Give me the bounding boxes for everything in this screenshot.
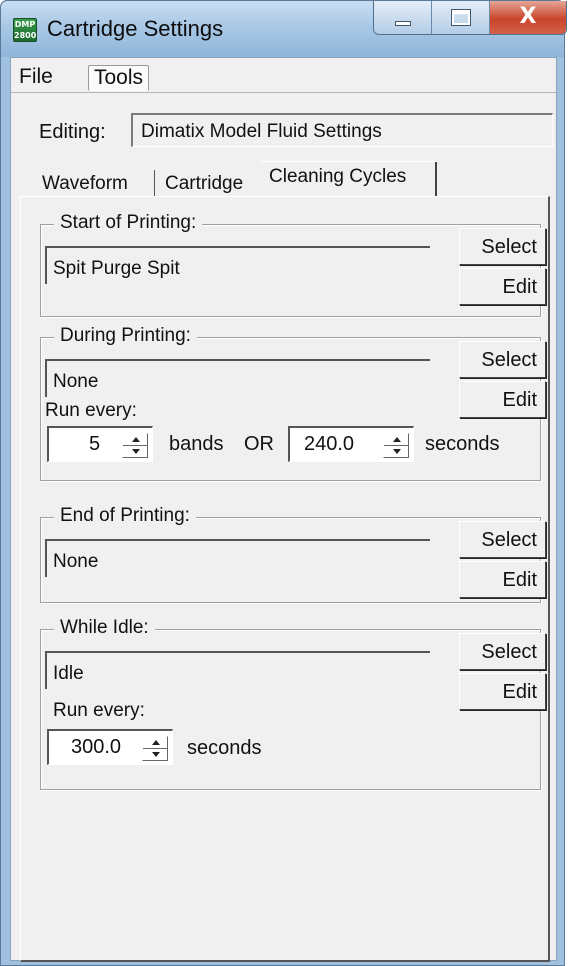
bands-value: 5 <box>89 433 101 455</box>
editing-label: Editing: <box>39 121 106 143</box>
tab-cartridge[interactable]: Cartridge <box>165 173 243 195</box>
menu-bar: File Tools <box>11 58 556 93</box>
idle-edit-button[interactable]: Edit <box>459 673 546 710</box>
close-icon: X <box>519 4 537 29</box>
menu-divider <box>11 92 556 93</box>
spin-arrows-icon[interactable] <box>383 433 409 458</box>
end-of-printing-group: End of Printing: None Select Edit <box>40 505 546 603</box>
app-icon: DMP 2800 <box>13 18 37 42</box>
group-title: While Idle: <box>54 617 155 639</box>
spin-arrows-icon[interactable] <box>142 736 168 761</box>
idle-seconds-value: 300.0 <box>71 736 122 758</box>
maximize-button[interactable] <box>432 1 490 34</box>
maximize-icon <box>451 9 471 26</box>
tab-waveform[interactable]: Waveform <box>42 173 128 195</box>
or-label: OR <box>244 433 274 455</box>
tab-highlight <box>261 161 437 162</box>
close-button[interactable]: X <box>490 1 566 34</box>
end-edit-button[interactable]: Edit <box>459 561 546 598</box>
spin-arrows-icon[interactable] <box>122 433 148 458</box>
end-cycle-field[interactable]: None <box>45 539 430 577</box>
editing-field[interactable]: Dimatix Model Fluid Settings <box>131 113 553 147</box>
group-title: End of Printing: <box>54 505 196 527</box>
during-cycle-field[interactable]: None <box>45 359 430 397</box>
menu-file[interactable]: File <box>14 65 58 91</box>
menu-tools[interactable]: Tools <box>88 65 150 91</box>
start-cycle-field[interactable]: Spit Purge Spit <box>45 246 430 284</box>
start-of-printing-group: Start of Printing: Spit Purge Spit Selec… <box>40 212 546 317</box>
group-title: Start of Printing: <box>54 212 203 234</box>
bands-unit: bands <box>169 433 224 455</box>
during-seconds-value: 240.0 <box>304 433 355 455</box>
caption-buttons: X <box>373 1 567 35</box>
while-idle-group: While Idle: Idle Select Edit Run every: … <box>40 617 546 790</box>
during-seconds-unit: seconds <box>425 433 500 455</box>
idle-select-button[interactable]: Select <box>459 633 546 670</box>
start-select-button[interactable]: Select <box>459 228 546 265</box>
idle-cycle-field[interactable]: Idle <box>45 651 430 689</box>
client-area: File Tools Editing: Dimatix Model Fluid … <box>10 57 557 962</box>
during-edit-button[interactable]: Edit <box>459 381 546 418</box>
bands-spinbox[interactable]: 5 <box>47 426 153 462</box>
cartridge-settings-window: DMP 2800 Cartridge Settings X File Tools… <box>0 0 567 966</box>
group-title: During Printing: <box>54 325 197 347</box>
end-select-button[interactable]: Select <box>459 521 546 558</box>
window-title: Cartridge Settings <box>47 16 224 41</box>
idle-seconds-spinbox[interactable]: 300.0 <box>47 729 173 765</box>
idle-seconds-unit: seconds <box>187 737 262 759</box>
during-select-button[interactable]: Select <box>459 341 546 378</box>
during-printing-group: During Printing: None Select Edit Run ev… <box>40 325 546 481</box>
during-seconds-spinbox[interactable]: 240.0 <box>288 426 414 462</box>
start-edit-button[interactable]: Edit <box>459 268 546 305</box>
minimize-button[interactable] <box>374 1 432 34</box>
run-every-label: Run every: <box>53 700 145 721</box>
tab-divider <box>435 162 437 196</box>
run-every-label: Run every: <box>45 400 137 421</box>
tab-divider <box>154 170 155 196</box>
tab-cleaning-cycles[interactable]: Cleaning Cycles <box>269 166 406 188</box>
minimize-icon <box>395 21 411 26</box>
title-bar[interactable]: DMP 2800 Cartridge Settings X <box>1 1 567 57</box>
